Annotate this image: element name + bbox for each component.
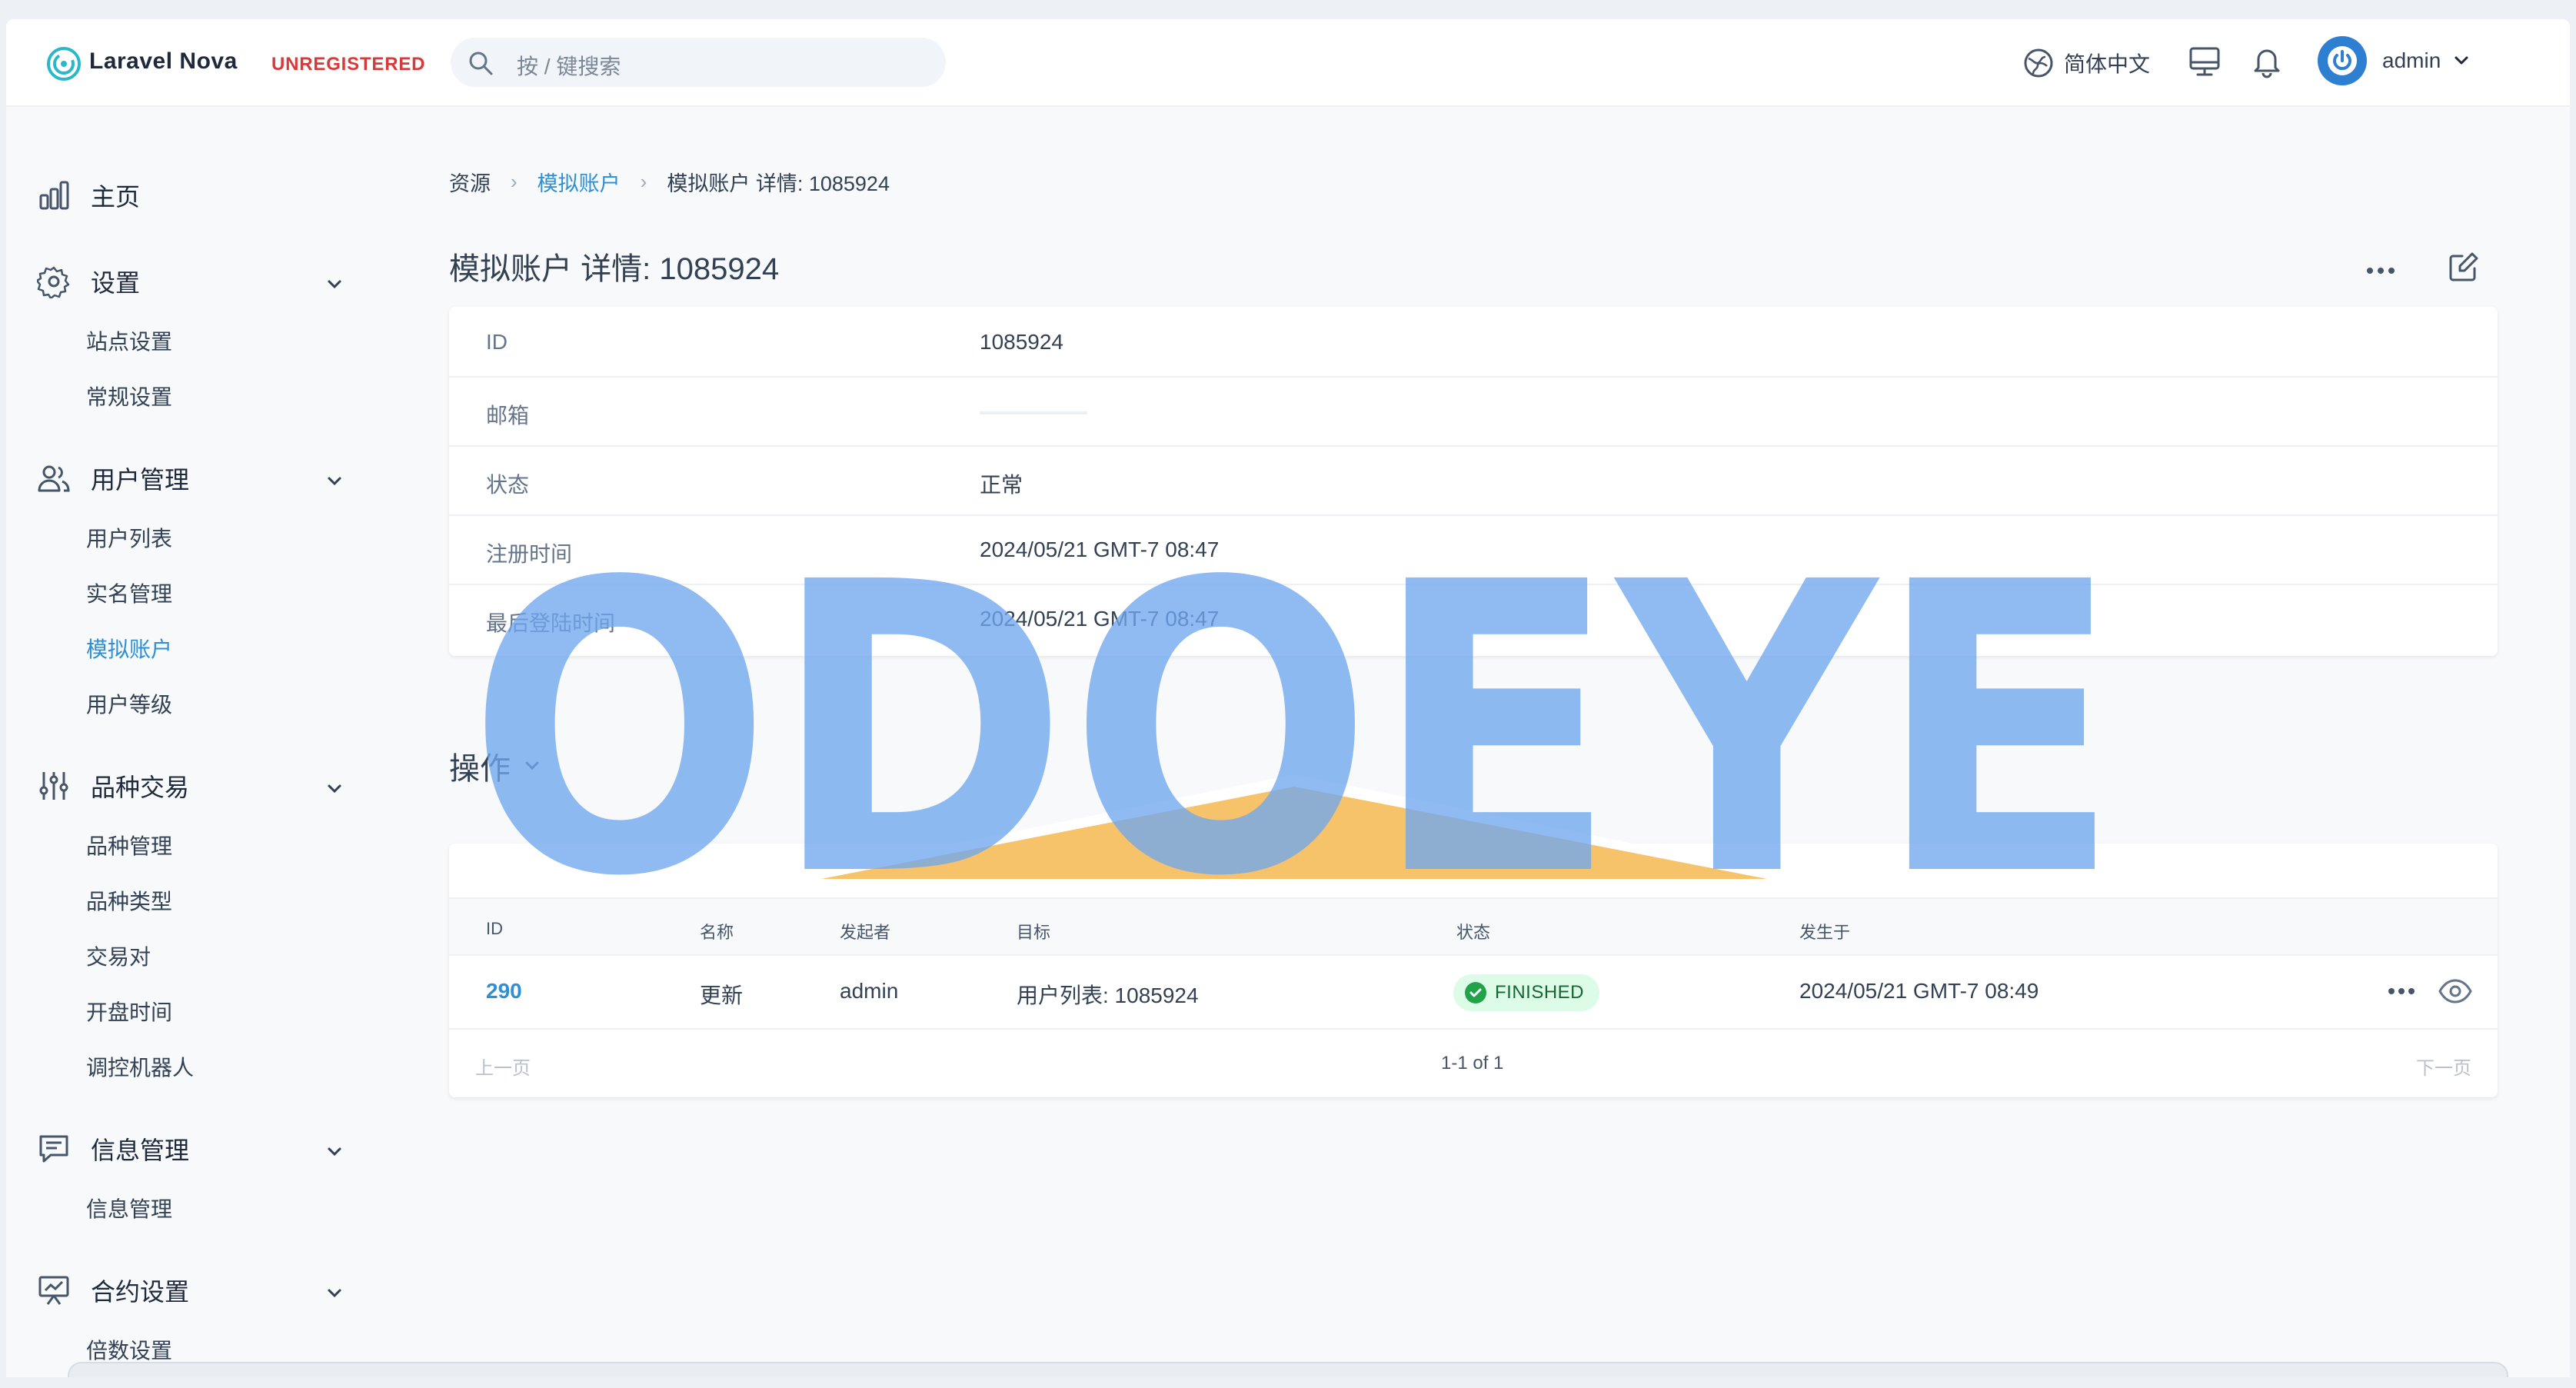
watermark-logo: ODOEYE: [468, 527, 2121, 880]
gear-icon: [37, 266, 70, 298]
detail-value: 1085924: [980, 330, 1064, 354]
breadcrumb-chevron-icon: ›: [511, 170, 518, 193]
table-header: ID 名称 发起者 目标 状态 发生于: [449, 897, 2498, 956]
app-window: Laravel Nova UNREGISTERED 按 / 键搜索 简体中文 a…: [6, 19, 2570, 1377]
column-occurred-at[interactable]: 发生于: [1799, 919, 1850, 944]
sidebar-item-user-list[interactable]: 用户列表: [86, 522, 172, 553]
prev-page-button[interactable]: 上一页: [475, 1053, 531, 1080]
detail-value: 正常: [980, 473, 1023, 497]
dock-edge: [68, 1362, 2508, 1377]
chevron-down-icon: [2455, 56, 2468, 65]
row-more-options-icon[interactable]: [2387, 987, 2416, 996]
sidebar-section-trading[interactable]: 品种交易: [37, 768, 189, 804]
sidebar-item-control-robot[interactable]: 调控机器人: [86, 1051, 194, 1082]
row-target: 用户列表: 1085924: [1017, 984, 1199, 1007]
sliders-icon: [39, 772, 68, 800]
chevron-down-icon[interactable]: [323, 273, 346, 296]
sidebar-label-contract-settings: 合约设置: [91, 1278, 190, 1306]
more-options-icon[interactable]: [2364, 265, 2398, 276]
sidebar-section-user-management[interactable]: 用户管理: [37, 461, 189, 496]
chevron-down-icon[interactable]: [323, 470, 346, 493]
globe-icon: [2024, 48, 2053, 78]
user-menu[interactable]: admin: [2318, 36, 2471, 85]
detail-label: 状态: [486, 473, 530, 497]
redacted-value: [980, 411, 1087, 414]
row-id-link[interactable]: 290: [486, 979, 522, 1004]
edit-icon[interactable]: [2447, 250, 2481, 284]
sidebar-label-settings: 设置: [91, 269, 141, 297]
user-name: admin: [2382, 48, 2441, 72]
page-title: 模拟账户 详情: 1085924: [449, 252, 780, 286]
column-target[interactable]: 目标: [1017, 919, 1050, 944]
sidebar-label-home: 主页: [91, 183, 141, 211]
pagination: 上一页 1-1 of 1 下一页: [449, 1030, 2498, 1096]
action-events-table: ID 名称 发起者 目标 状态 发生于 290 更新 admin 用户列表: 1…: [449, 844, 2498, 1097]
bar-chart-icon: [39, 181, 69, 210]
sidebar-item-kyc[interactable]: 实名管理: [86, 578, 172, 608]
sidebar-section-contract-settings[interactable]: 合约设置: [37, 1273, 189, 1308]
watermark-text: ODOEYE: [468, 527, 2121, 880]
detail-row-status: 状态 正常: [449, 445, 2498, 516]
chevron-down-icon[interactable]: [323, 1140, 346, 1163]
sidebar-item-leverage-settings[interactable]: 倍数设置: [86, 1334, 172, 1365]
sidebar-item-opening-hours[interactable]: 开盘时间: [86, 996, 172, 1027]
search-input[interactable]: 按 / 键搜索: [451, 38, 946, 87]
column-id[interactable]: ID: [486, 919, 503, 939]
breadcrumb-chevron-icon: ›: [640, 170, 647, 193]
page-count: 1-1 of 1: [1441, 1053, 1504, 1073]
row-occurred-at: 2024/05/21 GMT-7 08:49: [1799, 979, 2039, 1003]
language-label: 简体中文: [2064, 52, 2151, 76]
status-text: FINISHED: [1495, 982, 1585, 1003]
sidebar-item-home[interactable]: 主页: [37, 178, 140, 213]
message-icon: [39, 1135, 68, 1163]
row-initiator: admin: [840, 979, 899, 1003]
detail-label: ID: [486, 330, 508, 354]
breadcrumb-current: 模拟账户 详情: 1085924: [667, 172, 890, 195]
sidebar-item-product-types[interactable]: 品种类型: [86, 885, 172, 916]
sidebar-label-user-management: 用户管理: [91, 466, 190, 494]
chevron-down-icon[interactable]: [323, 1282, 346, 1305]
sidebar-item-trading-pairs[interactable]: 交易对: [86, 940, 151, 971]
language-switcher[interactable]: 简体中文: [2022, 44, 2150, 82]
status-badge: FINISHED: [1453, 974, 1600, 1011]
sidebar-item-user-levels[interactable]: 用户等级: [86, 688, 172, 719]
chevron-down-icon[interactable]: [323, 777, 346, 801]
column-status[interactable]: 状态: [1456, 919, 1490, 944]
top-bar: Laravel Nova UNREGISTERED 按 / 键搜索 简体中文 a…: [6, 19, 2570, 107]
check-circle-icon: [1465, 982, 1486, 1004]
table-row: 290 更新 admin 用户列表: 1085924 FINISHED 2024…: [449, 954, 2498, 1030]
nova-logo-icon[interactable]: [42, 42, 85, 85]
sidebar-item-site-settings[interactable]: 站点设置: [86, 325, 172, 356]
search-placeholder: 按 / 键搜索: [517, 55, 621, 78]
breadcrumb-demo-accounts[interactable]: 模拟账户: [537, 167, 621, 197]
sidebar-section-settings[interactable]: 设置: [37, 264, 140, 299]
column-initiator[interactable]: 发起者: [840, 919, 890, 944]
power-avatar-icon: [2318, 36, 2367, 85]
monitor-icon[interactable]: [2187, 44, 2222, 79]
sidebar-section-messages[interactable]: 信息管理: [37, 1131, 189, 1167]
breadcrumb: 资源 › 模拟账户 › 模拟账户 详情: 1085924: [449, 167, 890, 197]
detail-row-email: 邮箱: [449, 376, 2498, 447]
brand-name[interactable]: Laravel Nova: [89, 48, 238, 75]
sidebar-item-demo-accounts[interactable]: 模拟账户: [86, 633, 172, 664]
sidebar-label-trading: 品种交易: [91, 774, 190, 801]
sidebar-label-messages: 信息管理: [91, 1137, 190, 1164]
users-icon: [38, 465, 70, 492]
detail-row-id: ID 1085924: [449, 307, 2498, 378]
detail-label: 邮箱: [486, 404, 530, 428]
sidebar-item-general-settings[interactable]: 常规设置: [86, 381, 172, 411]
sidebar-item-products[interactable]: 品种管理: [86, 830, 172, 860]
column-name[interactable]: 名称: [700, 919, 734, 944]
search-icon: [469, 52, 493, 75]
license-badge: UNREGISTERED: [271, 54, 426, 75]
row-name: 更新: [700, 984, 744, 1007]
next-page-button[interactable]: 下一页: [2416, 1053, 2471, 1080]
sidebar: 主页 设置 站点设置 常规设置 用户管理 用户列表 实名管理 模拟账户 用户等级: [6, 105, 391, 1377]
sidebar-item-message-management[interactable]: 信息管理: [86, 1193, 172, 1223]
eye-icon[interactable]: [2438, 976, 2473, 1007]
presentation-icon: [38, 1276, 69, 1305]
breadcrumb-resources[interactable]: 资源: [449, 167, 491, 197]
bell-icon[interactable]: [2249, 44, 2285, 79]
